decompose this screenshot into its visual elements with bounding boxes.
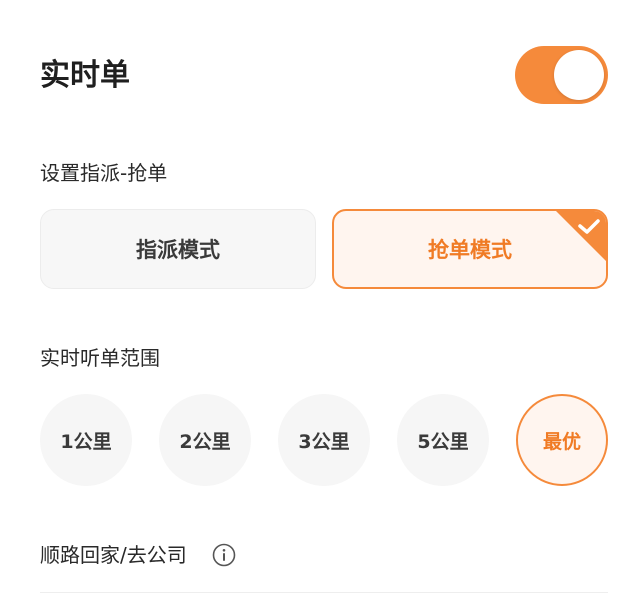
- range-section-label: 实时听单范围: [40, 346, 160, 370]
- range-option-optimal[interactable]: 最优: [516, 394, 608, 486]
- range-option-label: 最优: [542, 430, 581, 453]
- route-home-label: 顺路回家/去公司: [40, 543, 187, 567]
- dispatch-section-label: 设置指派-抢单: [40, 161, 168, 185]
- realtime-order-title: 实时单: [40, 58, 130, 93]
- toggle-knob: [554, 50, 604, 100]
- range-option-label: 2公里: [179, 430, 231, 453]
- range-option-5km[interactable]: 5公里: [397, 394, 489, 486]
- range-option-label: 3公里: [298, 430, 350, 453]
- range-option-2km[interactable]: 2公里: [159, 394, 251, 486]
- divider: [40, 592, 608, 593]
- info-icon[interactable]: [212, 543, 236, 567]
- assign-mode-label: 指派模式: [136, 238, 220, 262]
- range-option-3km[interactable]: 3公里: [278, 394, 370, 486]
- selected-check-icon: [556, 211, 606, 261]
- assign-mode-button[interactable]: 指派模式: [40, 209, 316, 289]
- range-option-label: 5公里: [417, 430, 469, 453]
- realtime-order-toggle[interactable]: [515, 46, 608, 104]
- order-settings-page: 实时单 设置指派-抢单 指派模式 抢单模式 实时听单范围 1公里 2公里 3公里…: [0, 0, 622, 595]
- grab-mode-button[interactable]: 抢单模式: [332, 209, 608, 289]
- grab-mode-label: 抢单模式: [428, 238, 512, 262]
- range-option-label: 1公里: [60, 430, 112, 453]
- range-option-1km[interactable]: 1公里: [40, 394, 132, 486]
